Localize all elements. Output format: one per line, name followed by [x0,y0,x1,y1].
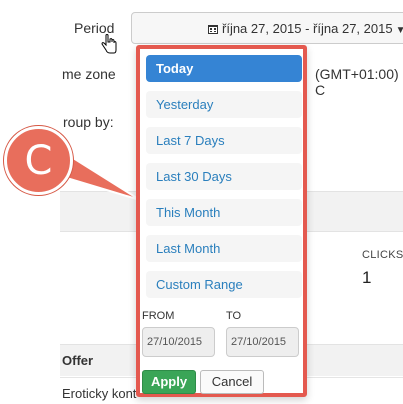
date-range-selector[interactable]: října 27, 2015 - října 27, 2015 ▼ [131,12,403,44]
range-yesterday[interactable]: Yesterday [146,91,302,118]
range-last-7-days[interactable]: Last 7 Days [146,127,302,154]
from-label: FROM [142,310,175,322]
offer-header: Offer [62,353,94,368]
offer-cell[interactable]: Eroticky kont [62,386,136,401]
clicks-header: CLICKS [362,249,403,261]
range-today[interactable]: Today [146,55,302,82]
range-custom[interactable]: Custom Range [146,271,302,298]
callout-marker: C [4,126,73,195]
to-date-input[interactable] [226,327,299,357]
calendar-icon [208,25,218,34]
range-this-month[interactable]: This Month [146,199,302,226]
hand-cursor-icon [101,34,117,54]
date-range-text: října 27, 2015 - října 27, 2015 [222,21,393,36]
caret-down-icon: ▼ [395,25,403,36]
timezone-label: me zone [62,66,116,82]
timezone-value[interactable]: (GMT+01:00) C [315,66,403,98]
apply-button[interactable]: Apply [142,370,196,394]
from-date-input[interactable] [142,327,215,357]
range-last-month[interactable]: Last Month [146,235,302,262]
date-range-picker: Today Yesterday Last 7 Days Last 30 Days… [136,45,307,397]
clicks-value: 1 [362,268,372,287]
cancel-button[interactable]: Cancel [200,370,264,394]
callout-letter: C [24,137,53,184]
to-label: TO [226,310,242,322]
range-last-30-days[interactable]: Last 30 Days [146,163,302,190]
group-by-label: roup by: [63,114,114,130]
